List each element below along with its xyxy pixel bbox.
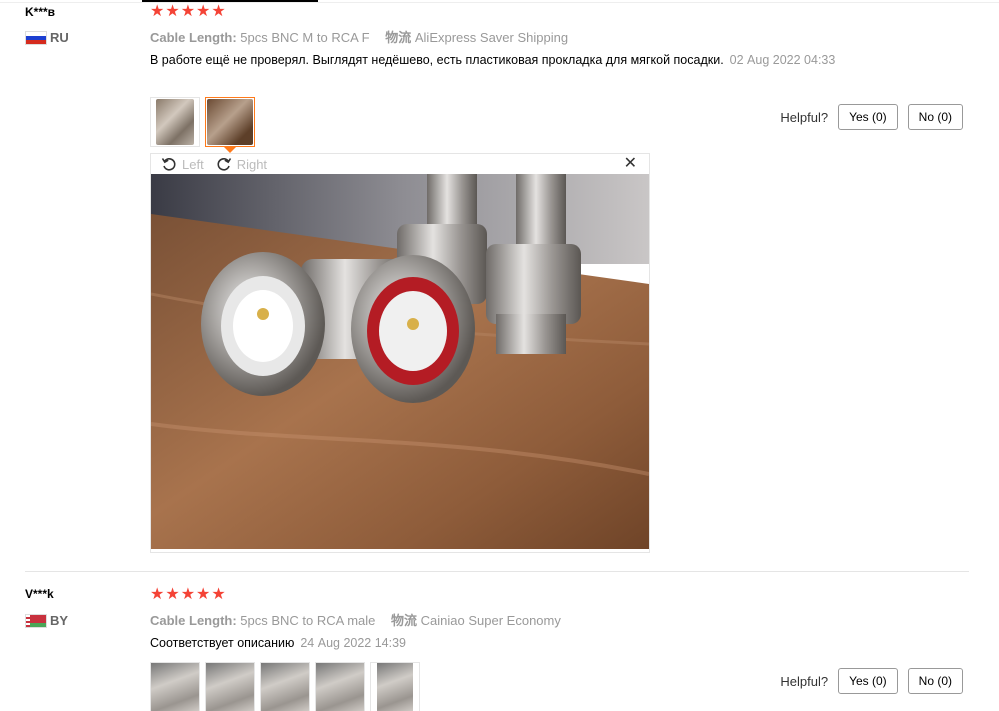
review-properties: Cable Length: 5pcs BNC to RCA male 物流 Ca… <box>150 610 561 629</box>
review-thumbnails <box>150 662 420 711</box>
image-viewer: Left Right ✕ <box>150 153 650 553</box>
helpful-no-button[interactable]: No (0) <box>907 668 963 694</box>
review-photo <box>151 174 649 549</box>
shipping-value: Cainiao Super Economy <box>420 613 561 628</box>
review-item: K***в RU ★ ★ ★ ★ ★ Cable Length: 5pcs BN… <box>0 0 999 570</box>
helpful-yes-button[interactable]: Yes (0) <box>838 104 898 130</box>
rating-stars: ★ ★ ★ ★ ★ <box>150 4 226 20</box>
close-icon[interactable]: ✕ <box>624 154 637 174</box>
flag-ru-icon <box>25 30 47 45</box>
rating-stars: ★ ★ ★ ★ ★ <box>150 587 226 603</box>
star-icon: ★ <box>211 586 226 603</box>
star-icon: ★ <box>180 586 196 603</box>
cable-length-value: 5pcs BNC to RCA male <box>240 613 376 628</box>
shipping-label: 物流 <box>385 30 412 45</box>
flag-by-icon <box>25 613 47 628</box>
star-icon: ★ <box>180 3 196 20</box>
thumbnail-image <box>316 663 364 711</box>
bnc-connectors-photo <box>151 174 649 549</box>
review-body: Соответствует описанию <box>150 636 295 650</box>
cable-length-value: 5pcs BNC M to RCA F <box>240 30 370 45</box>
rotate-left-button[interactable]: Left <box>161 156 204 172</box>
shipping-value: AliExpress Saver Shipping <box>414 30 569 45</box>
rotate-left-label: Left <box>182 156 204 172</box>
rotate-right-icon <box>217 158 231 171</box>
star-icon: ★ <box>196 3 211 20</box>
thumbnail-image <box>207 99 253 145</box>
rotate-right-button[interactable]: Right <box>216 156 267 172</box>
review-thumbnail[interactable] <box>370 662 420 711</box>
star-icon: ★ <box>150 586 165 603</box>
review-thumbnails <box>150 97 255 153</box>
shipping-label: 物流 <box>391 613 418 628</box>
image-viewer-toolbar: Left Right ✕ <box>151 154 649 174</box>
review-thumbnail-active[interactable] <box>205 97 255 153</box>
review-thumbnail[interactable] <box>315 662 365 711</box>
review-item: V***k BY ★ ★ ★ ★ ★ Cable Length: 5pcs BN… <box>0 572 999 711</box>
review-thumbnail[interactable] <box>150 97 200 147</box>
star-icon: ★ <box>165 3 180 20</box>
review-properties: Cable Length: 5pcs BNC M to RCA F 物流 Ali… <box>150 27 568 46</box>
thumbnail-image <box>151 663 199 711</box>
helpful-yes-button[interactable]: Yes (0) <box>838 668 898 694</box>
rotate-right-label: Right <box>236 156 268 172</box>
cable-length-label: Cable Length: <box>150 30 237 45</box>
reviewer-name: V***k <box>25 587 54 601</box>
reviewer-name: K***в <box>25 5 56 19</box>
review-thumbnail[interactable] <box>150 662 200 711</box>
star-icon: ★ <box>211 3 226 20</box>
review-thumbnail[interactable] <box>205 662 255 711</box>
helpful-vote: Helpful? Yes (0) No (0) <box>780 668 963 694</box>
reviewer-country: RU <box>25 30 69 45</box>
helpful-vote: Helpful? Yes (0) No (0) <box>780 104 963 130</box>
country-code: BY <box>50 613 69 628</box>
star-icon: ★ <box>165 586 180 603</box>
review-text: Соответствует описанию 24 Aug 2022 14:39 <box>150 634 860 652</box>
rotate-left-icon <box>161 158 176 171</box>
helpful-label: Helpful? <box>780 109 829 125</box>
helpful-no-button[interactable]: No (0) <box>907 104 963 130</box>
thumbnail-image <box>377 663 413 711</box>
star-icon: ★ <box>196 586 211 603</box>
cable-length-label: Cable Length: <box>150 613 237 628</box>
review-date: 02 Aug 2022 04:33 <box>729 53 836 67</box>
review-body: В работе ещё не проверял. Выглядят недёш… <box>150 53 724 67</box>
star-icon: ★ <box>150 3 165 20</box>
country-code: RU <box>50 30 69 45</box>
reviewer-country: BY <box>25 613 68 628</box>
review-thumbnail[interactable] <box>260 662 310 711</box>
thumbnail-image <box>206 663 254 711</box>
review-date: 24 Aug 2022 14:39 <box>300 636 407 650</box>
helpful-label: Helpful? <box>780 673 829 689</box>
thumbnail-image <box>261 663 309 711</box>
review-text: В работе ещё не проверял. Выглядят недёш… <box>150 51 860 69</box>
thumbnail-image <box>156 99 194 145</box>
